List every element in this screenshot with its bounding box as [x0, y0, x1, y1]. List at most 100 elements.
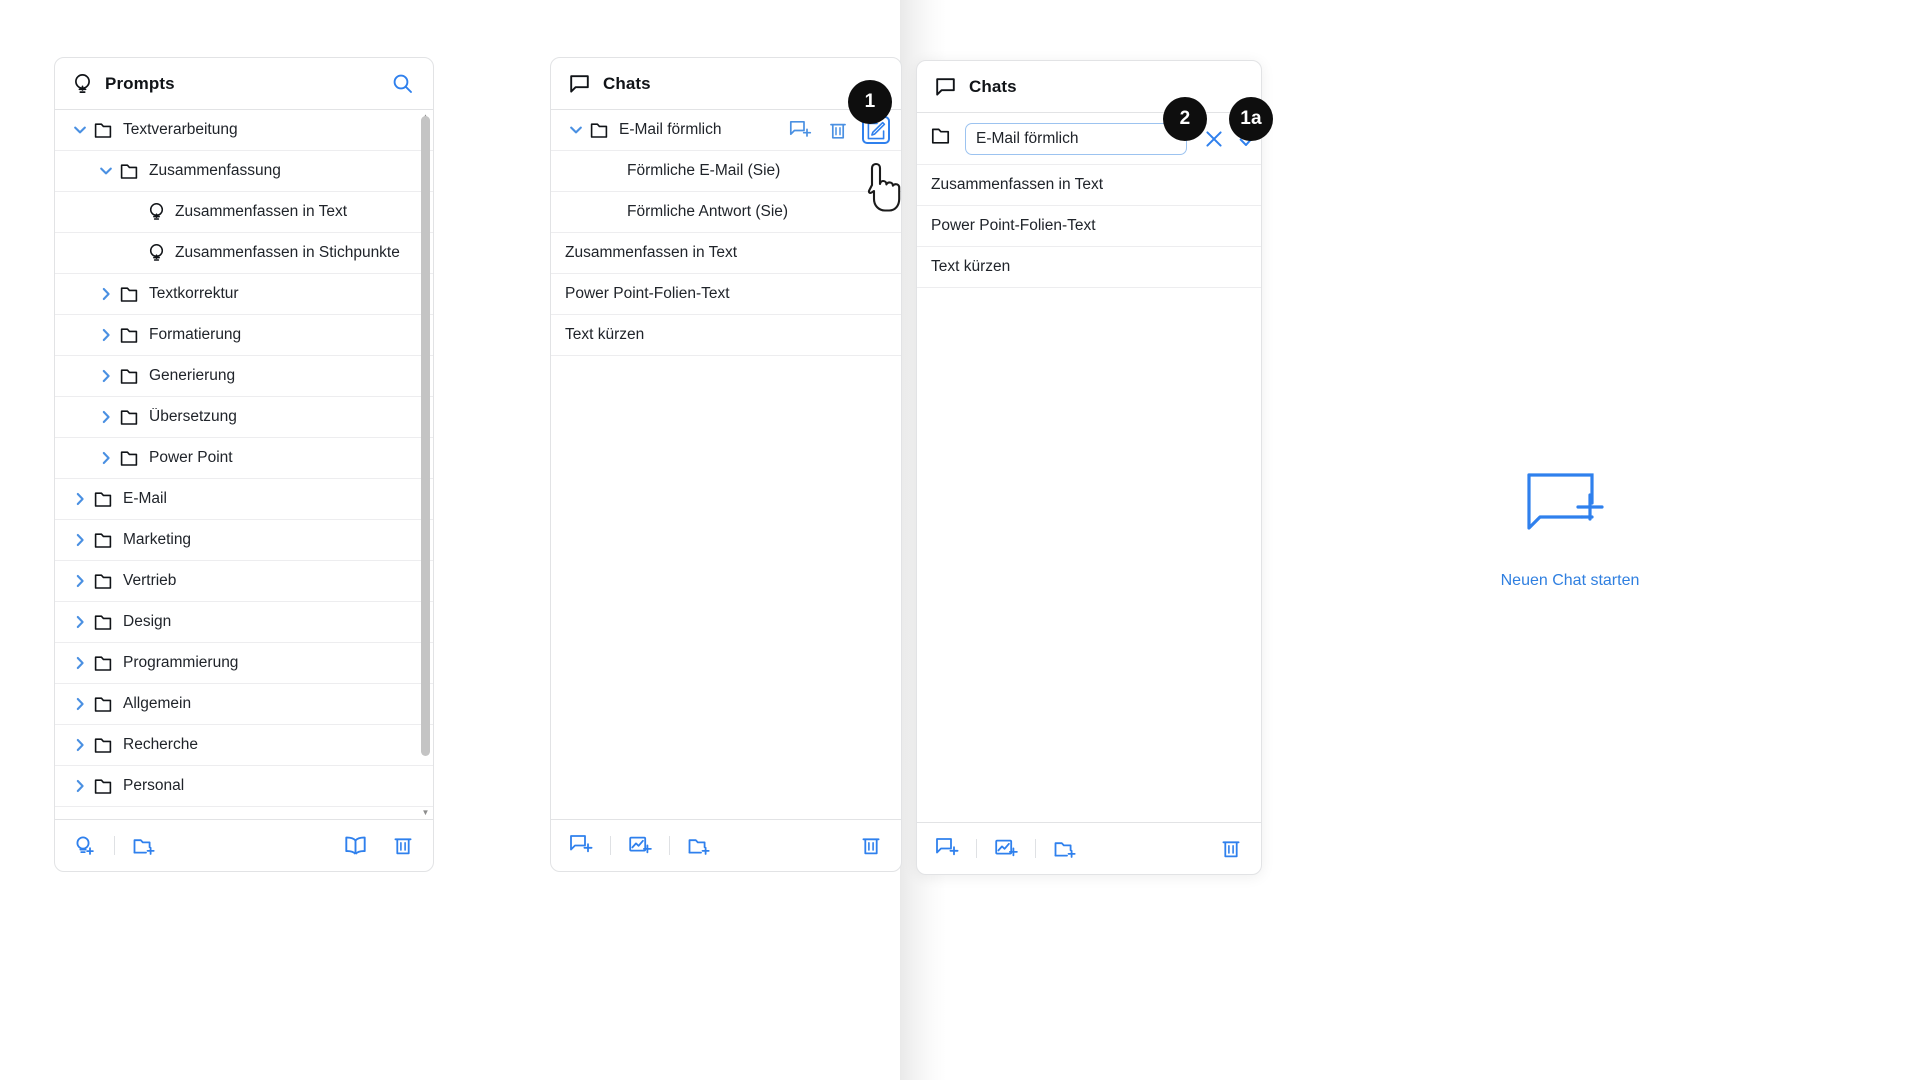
folder-icon: [117, 449, 143, 468]
chevron-right-icon[interactable]: [95, 450, 117, 466]
prompt-folder-row[interactable]: Marketing: [55, 520, 433, 561]
prompt-folder-row[interactable]: E-Mail: [55, 479, 433, 520]
prompt-folder-row[interactable]: Generierung: [55, 356, 433, 397]
folder-icon: [117, 326, 143, 345]
prompt-folder-row[interactable]: Vertrieb: [55, 561, 433, 602]
chat-list-item[interactable]: Zusammenfassen in Text: [917, 165, 1261, 206]
new-chat-large-icon: [1527, 473, 1604, 530]
chevron-right-icon[interactable]: [69, 532, 91, 548]
chevron-right-icon[interactable]: [69, 778, 91, 794]
prompt-folder-row[interactable]: Programmierung: [55, 643, 433, 684]
chat-list-item[interactable]: Power Point-Folien-Text: [551, 274, 901, 315]
new-folder-icon[interactable]: [131, 833, 157, 859]
chevron-right-icon[interactable]: [69, 614, 91, 630]
chat-item-label: Förmliche Antwort (Sie): [627, 203, 789, 220]
folder-icon: [117, 408, 143, 427]
prompt-folder-row[interactable]: Textverarbeitung: [55, 110, 433, 151]
new-image-chat-icon[interactable]: [627, 833, 653, 859]
chats-panel-base-body: E-Mail förmlich Förmliche E-Mail (Sie) F…: [551, 110, 901, 819]
chat-list-item[interactable]: Förmliche Antwort (Sie): [551, 192, 901, 233]
chat-bubble-icon: [936, 77, 955, 96]
folder-icon: [91, 736, 117, 755]
prompt-folder-row[interactable]: Personal: [55, 766, 433, 807]
chat-list-item[interactable]: Text kürzen: [551, 315, 901, 356]
chevron-down-icon[interactable]: [95, 163, 117, 179]
chat-list-item[interactable]: Förmliche E-Mail (Sie): [551, 151, 901, 192]
chevron-right-icon[interactable]: [69, 573, 91, 589]
new-chat-icon[interactable]: [568, 833, 594, 859]
folder-icon: [91, 490, 117, 509]
step-badge-1: 1: [848, 80, 892, 124]
tree-item-label: Generierung: [149, 367, 236, 384]
prompt-folder-row[interactable]: Allgemein: [55, 684, 433, 725]
chat-list-item[interactable]: Text kürzen: [917, 247, 1261, 288]
chevron-right-icon[interactable]: [95, 409, 117, 425]
new-chat-icon[interactable]: [934, 836, 960, 862]
new-folder-icon[interactable]: [686, 833, 712, 859]
chevron-right-icon[interactable]: [69, 696, 91, 712]
chevron-right-icon[interactable]: [95, 327, 117, 343]
chats-base-list: Förmliche E-Mail (Sie) Förmliche Antwort …: [551, 151, 901, 356]
prompts-panel-footer: [55, 819, 433, 871]
chat-folder-label: E-Mail förmlich: [619, 121, 722, 138]
chevron-down-icon[interactable]: [69, 122, 91, 138]
prompt-item-row[interactable]: Zusammenfassen in Text: [55, 192, 433, 233]
lightbulb-icon: [143, 202, 169, 222]
folder-icon: [91, 121, 117, 140]
prompt-folder-row[interactable]: Design: [55, 602, 433, 643]
chevron-right-icon[interactable]: [69, 737, 91, 753]
chats-panel-rename-header: Chats: [917, 61, 1261, 113]
tree-item-label: Zusammenfassen in Stichpunkte: [175, 244, 400, 261]
prompt-folder-row[interactable]: Power Point: [55, 438, 433, 479]
library-icon[interactable]: [342, 833, 368, 859]
new-folder-icon[interactable]: [1052, 836, 1078, 862]
chevron-right-icon[interactable]: [69, 655, 91, 671]
folder-rename-input[interactable]: [965, 122, 1187, 155]
chat-list-item[interactable]: Zusammenfassen in Text: [551, 233, 901, 274]
new-image-chat-icon[interactable]: [993, 836, 1019, 862]
chat-folder-row[interactable]: E-Mail förmlich: [551, 110, 901, 151]
folder-icon: [91, 613, 117, 632]
chevron-right-icon[interactable]: [95, 286, 117, 302]
prompt-folder-row[interactable]: Textkorrektur: [55, 274, 433, 315]
chat-item-label: Text kürzen: [931, 258, 1011, 275]
prompts-panel: Prompts Textverarbeitung Zusammenfassung Z…: [54, 57, 434, 872]
prompt-folder-row[interactable]: Formatierung: [55, 315, 433, 356]
prompt-folder-row[interactable]: Übersetzung: [55, 397, 433, 438]
folder-icon: [91, 654, 117, 673]
tree-item-label: Power Point: [149, 449, 233, 466]
chevron-right-icon[interactable]: [95, 368, 117, 384]
chat-list-item[interactable]: Power Point-Folien-Text: [917, 206, 1261, 247]
new-prompt-icon[interactable]: [72, 833, 98, 859]
delete-icon[interactable]: [390, 833, 416, 859]
prompts-scroll-thumb[interactable]: [421, 116, 430, 756]
prompts-panel-header: Prompts: [55, 58, 433, 110]
scroll-down-arrow[interactable]: ▼: [421, 808, 430, 817]
chats-panel-rename: Chats Zusammenfa: [916, 60, 1262, 875]
empty-state-new-chat[interactable]: Neuen Chat starten: [1390, 470, 1750, 590]
footer-divider: [114, 836, 115, 855]
chevron-down-icon[interactable]: [565, 122, 587, 138]
chat-item-label: Zusammenfassen in Text: [565, 244, 738, 261]
search-icon[interactable]: [389, 71, 415, 97]
delete-icon[interactable]: [825, 117, 851, 143]
prompt-folder-row[interactable]: Recherche: [55, 725, 433, 766]
chat-item-label: Zusammenfassen in Text: [931, 176, 1104, 193]
cancel-x-icon[interactable]: [1203, 126, 1225, 152]
chats-panel-base: Chats E-Mail förmlich Förmliche E-Mail (…: [550, 57, 902, 872]
delete-icon[interactable]: [858, 833, 884, 859]
delete-icon[interactable]: [1218, 836, 1244, 862]
prompts-scrollbar[interactable]: ▲ ▼: [421, 112, 430, 817]
chats-panel-base-footer: [551, 819, 901, 871]
folder-icon: [91, 777, 117, 796]
prompt-item-row[interactable]: Zusammenfassen in Stichpunkte: [55, 233, 433, 274]
prompt-folder-row[interactable]: Zusammenfassung: [55, 151, 433, 192]
folder-icon: [91, 531, 117, 550]
prompts-panel-title: Prompts: [105, 73, 175, 93]
tree-item-label: E-Mail: [123, 490, 167, 507]
new-chat-icon[interactable]: [787, 117, 813, 143]
folder-icon: [117, 162, 143, 181]
chevron-right-icon[interactable]: [69, 491, 91, 507]
folder-icon: [117, 285, 143, 304]
lightbulb-icon: [143, 243, 169, 263]
